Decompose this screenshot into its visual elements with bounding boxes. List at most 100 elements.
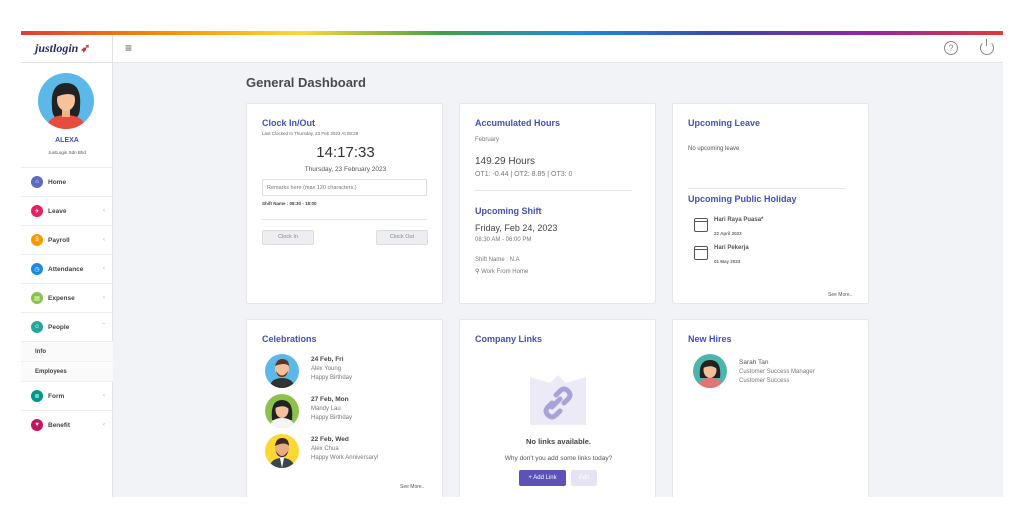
sidebar-item-payroll[interactable]: $ Payroll ‹ (21, 225, 113, 254)
clock-icon: ◷ (31, 263, 43, 275)
holiday-name: Hari Pekerja (714, 245, 749, 251)
celebration-text: 24 Feb, Fri Alex Young Happy Birthday (311, 356, 451, 381)
no-links-subtext: Why don't you add some links today? (504, 455, 613, 462)
brand-logo[interactable]: justlogin ➶ (35, 41, 90, 56)
sidebar-item-form[interactable]: ≣ Form ‹ (21, 381, 113, 410)
sidebar-item-leave[interactable]: ✈ Leave ‹ (21, 196, 113, 225)
chevron-left-icon: ‹ (103, 237, 105, 243)
new-hire-text: Sarah Tan Customer Success Manager Custo… (739, 359, 879, 384)
help-icon[interactable]: ? (944, 41, 958, 55)
link-illustration-icon (530, 375, 586, 425)
payroll-icon: $ (31, 234, 43, 246)
ot-breakdown: OT1: -0.44 | OT2: 8.85 | OT3: 0 (475, 171, 573, 178)
chevron-down-icon: ˇ (103, 324, 105, 330)
avatar (265, 354, 299, 388)
sidebar-item-expense[interactable]: ▤ Expense ‹ (21, 283, 113, 312)
celebration-name: Alex Young (311, 366, 342, 372)
shift-name: Shift Name : N.A (475, 257, 520, 263)
avatar (693, 354, 727, 388)
divider (688, 188, 845, 189)
chevron-left-icon: ‹ (103, 266, 105, 272)
company-links-card: Company Links No links available. Why do… (459, 319, 656, 497)
app-window: justlogin ➶ ≡ ? ALEXA JustLogin Sdn Bhd ⌂… (21, 35, 1003, 497)
sidebar-item-attendance[interactable]: ◷ Attendance ‹ (21, 254, 113, 283)
shift-location: ⚲ Work From Home (475, 268, 528, 275)
sidebar-item-label: Expense (48, 294, 75, 302)
user-name: ALEXA (55, 137, 79, 144)
leave-title: Upcoming Leave (688, 118, 761, 128)
sidebar-item-label: Attendance (48, 265, 84, 273)
sidebar: ALEXA JustLogin Sdn Bhd ⌂ Home ✈ Leave ‹… (21, 63, 113, 497)
current-date: Thursday, 23 February 2023 (304, 166, 387, 173)
edit-links-button[interactable]: Edit (571, 470, 597, 486)
user-company: JustLogin Sdn Bhd (48, 150, 86, 155)
sidebar-item-label: Payroll (48, 236, 70, 244)
celebrations-card: Celebrations 24 Feb, Fri Alex Young Happ… (246, 319, 443, 497)
see-more-link[interactable]: See More.. (828, 292, 852, 298)
celebration-text: 27 Feb, Mon Mandy Lau Happy Birthday (311, 396, 451, 421)
heart-icon: ♥ (31, 419, 43, 431)
sidebar-item-benefit[interactable]: ♥ Benefit ‹ (21, 410, 113, 439)
hours-card: Accumulated Hours February 149.29 Hours … (459, 103, 656, 304)
power-icon[interactable] (980, 39, 994, 55)
paper-plane-icon: ➶ (80, 41, 91, 55)
celebrations-title: Celebrations (262, 334, 317, 344)
leave-icon: ✈ (31, 205, 43, 217)
clock-in-button[interactable]: Clock In (262, 230, 314, 245)
add-link-button[interactable]: + Add Link (519, 470, 566, 486)
people-icon: ☺ (31, 321, 43, 333)
top-bar: justlogin ➶ ≡ ? (21, 35, 1003, 63)
celebration-text: 22 Feb, Wed Alex Chua Happy Work Anniver… (311, 436, 451, 461)
location-text: Work From Home (481, 269, 529, 275)
clock-card: Clock In/Out Last Clocked In Thursday, 2… (246, 103, 443, 304)
new-hire-role: Customer Success Manager (739, 369, 815, 375)
avatar (265, 394, 299, 428)
current-time: 14:17:33 (316, 144, 375, 161)
divider (475, 190, 632, 191)
shift-time: 08:30 AM - 06:00 PM (475, 237, 532, 243)
celebration-date: 27 Feb, Mon (311, 396, 349, 403)
public-holiday-title: Upcoming Public Holiday (688, 194, 797, 204)
upcoming-shift-title: Upcoming Shift (475, 206, 542, 216)
sidebar-item-label: Home (48, 178, 67, 186)
celebration-date: 24 Feb, Fri (311, 356, 344, 363)
avatar[interactable] (38, 73, 94, 129)
company-links-title: Company Links (475, 334, 543, 344)
last-clocked-text: Last Clocked In Thursday, 23 Feb 2023 At… (262, 131, 359, 136)
celebration-name: Mandy Lau (311, 406, 341, 412)
sidebar-item-label: Benefit (48, 421, 71, 429)
celebration-name: Alex Chua (311, 446, 339, 452)
celebration-message: Happy Birthday (311, 375, 353, 381)
calendar-icon (694, 218, 708, 232)
expense-icon: ▤ (31, 292, 43, 304)
sidebar-item-label: Form (48, 392, 65, 400)
shift-date: Friday, Feb 24, 2023 (475, 223, 558, 233)
no-links-text: No links available. (525, 437, 592, 446)
calendar-icon (694, 246, 708, 260)
sidebar-item-label: Leave (48, 207, 67, 215)
clock-out-button[interactable]: Clock Out (376, 230, 428, 245)
sidebar-item-label: People (48, 323, 70, 331)
sidebar-subitem-employees[interactable]: Employees (21, 361, 113, 381)
divider (262, 219, 427, 220)
sidebar-item-home[interactable]: ⌂ Home (21, 167, 113, 196)
chevron-left-icon: ‹ (103, 422, 105, 428)
celebration-message: Happy Work Anniversary! (311, 455, 379, 461)
hours-title: Accumulated Hours (475, 118, 561, 128)
hamburger-icon[interactable]: ≡ (125, 41, 132, 55)
new-hire-name: Sarah Tan (739, 359, 769, 366)
chevron-left-icon: ‹ (103, 208, 105, 214)
hours-month: February (475, 137, 500, 143)
leave-card: Upcoming Leave No upcoming leave Upcomin… (672, 103, 869, 304)
sidebar-nav: ⌂ Home ✈ Leave ‹ $ Payroll ‹ ◷ Attendanc… (21, 167, 113, 439)
new-hires-card: New Hires Sarah Tan Customer Success Man… (672, 319, 869, 497)
remarks-input[interactable] (262, 179, 427, 196)
sidebar-item-people[interactable]: ☺ People ˇ (21, 312, 113, 341)
see-more-link[interactable]: See More.. (400, 484, 424, 490)
new-hires-title: New Hires (688, 334, 732, 344)
celebration-date: 22 Feb, Wed (311, 436, 349, 443)
no-leave-text: No upcoming leave (688, 146, 740, 152)
hours-total: 149.29 Hours (475, 156, 536, 167)
sidebar-subitem-info[interactable]: Info (21, 341, 113, 361)
holiday-name: Hari Raya Puasa* (714, 217, 764, 223)
